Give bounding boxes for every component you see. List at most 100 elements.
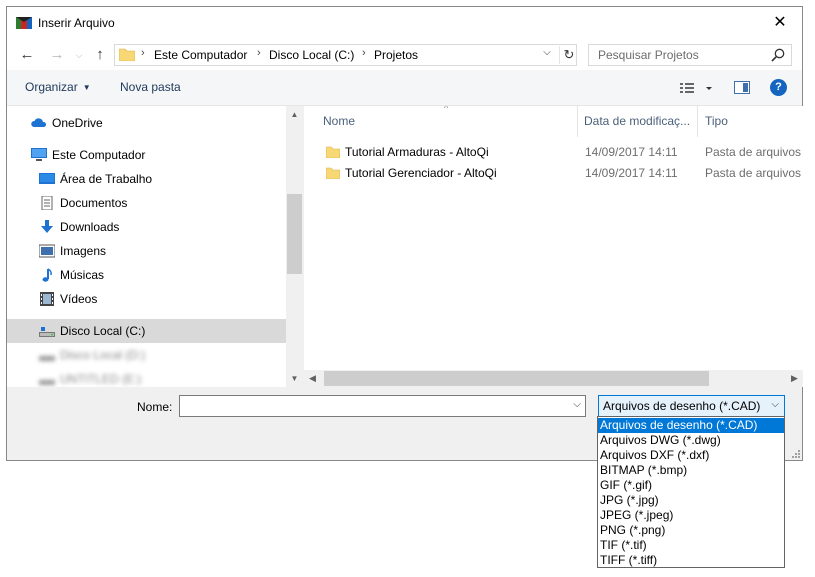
file-list-pane: Nome ^ Data de modificaç... Tipo Tutoria… [304,106,803,387]
folder-icon [326,146,340,158]
breadcrumb-disco-local[interactable]: Disco Local (C:) [269,48,354,62]
chevron-down-icon: ▼ [82,83,91,92]
sidebar-item-imagens[interactable]: Imagens [39,239,279,263]
sidebar-item-label: Disco Local (D:) [60,348,146,362]
file-row[interactable]: Tutorial Armaduras - AltoQi 14/09/2017 1… [304,142,803,163]
column-divider[interactable] [577,106,578,137]
sidebar-item-musicas[interactable]: Músicas [39,263,279,287]
documents-icon [41,196,53,210]
sidebar-item-label: Área de Trabalho [60,172,153,186]
recent-locations-dropdown[interactable]: ⌵ [69,46,89,64]
file-row[interactable]: Tutorial Gerenciador - AltoQi 14/09/2017… [304,163,803,184]
sidebar-item-label: UNTITLED (E:) [60,372,142,386]
organize-button[interactable]: Organizar ▼ [25,80,91,94]
sidebar-item-downloads[interactable]: Downloads [39,215,279,239]
file-type-select[interactable]: Arquivos de desenho (*.CAD) ⌵ [598,395,785,417]
downloads-icon [41,220,53,233]
sidebar-item-label: Downloads [60,220,120,234]
file-type-option[interactable]: TIF (*.tif) [598,538,784,553]
cloud-icon [31,118,47,127]
help-button[interactable]: ? [770,79,787,96]
column-header-label: Nome [323,114,356,128]
sidebar-item-untitled-e[interactable]: UNTITLED (E:) [39,367,279,387]
sidebar-item-videos[interactable]: Vídeos [39,287,279,311]
scrollbar-thumb[interactable] [287,194,302,274]
column-header-date[interactable]: Data de modificaç... [584,106,696,137]
videos-icon [40,292,54,306]
file-type-option[interactable]: PNG (*.png) [598,523,784,538]
breadcrumb-separator: › [362,47,366,59]
scroll-up-arrow[interactable]: ▲ [286,106,303,123]
file-date: 14/09/2017 14:11 [585,145,678,159]
sidebar-item-onedrive[interactable]: OneDrive [31,111,281,135]
app-icon [16,17,32,29]
navigation-pane: OneDrive Este Computador Área de Trabalh… [7,106,303,387]
sidebar-item-documentos[interactable]: Documentos [39,191,279,215]
refresh-button[interactable]: ↻ [559,46,578,64]
resize-grip-icon[interactable] [790,448,800,458]
scroll-down-arrow[interactable]: ▼ [286,370,303,387]
breadcrumb-separator: › [141,47,145,59]
insert-file-dialog: Inserir Arquivo ✕ ← → ⌵ ↑ › Este Computa… [6,6,803,461]
sidebar-item-disco-local-c[interactable]: Disco Local (C:) [7,319,286,343]
window-title: Inserir Arquivo [38,16,115,30]
column-header-type[interactable]: Tipo [705,106,728,137]
pictures-icon [39,244,55,258]
chevron-down-icon[interactable]: ⌵ [573,399,581,410]
file-type-selected: Arquivos de desenho (*.CAD) [603,399,761,413]
change-view-button[interactable] [678,79,714,97]
folder-icon [326,167,340,179]
file-list-scrollbar[interactable]: ◀ ▶ [304,370,803,387]
close-button[interactable]: ✕ [758,7,802,38]
scroll-left-arrow[interactable]: ◀ [304,370,321,387]
file-date: 14/09/2017 14:11 [585,166,678,180]
breadcrumb-separator: › [257,47,261,59]
search-box[interactable]: Pesquisar Projetos [588,44,792,66]
sidebar-item-label: Músicas [60,268,105,282]
file-type-option[interactable]: GIF (*.gif) [598,478,784,493]
scroll-right-arrow[interactable]: ▶ [786,370,803,387]
drive-icon [39,327,55,337]
organize-label: Organizar [25,80,78,94]
file-type: Pasta de arquivos [705,166,802,180]
navigation-scrollbar[interactable]: ▲ ▼ [286,106,303,387]
address-bar[interactable]: › Este Computador › Disco Local (C:) › P… [114,44,577,66]
file-name-label: Nome: [137,400,173,414]
title-bar: Inserir Arquivo ✕ [7,7,802,38]
file-type-option[interactable]: JPG (*.jpg) [598,493,784,508]
sidebar-item-label: Vídeos [60,292,98,306]
column-header-name[interactable]: Nome [323,106,355,137]
column-divider[interactable] [697,106,698,137]
sidebar-item-label: OneDrive [52,116,103,130]
sidebar-item-disco-local-d[interactable]: Disco Local (D:) [39,343,279,367]
sidebar-item-label: Documentos [60,196,128,210]
sidebar-item-label: Imagens [60,244,107,258]
preview-pane-button[interactable] [734,81,750,94]
breadcrumb-projetos[interactable]: Projetos [374,48,418,62]
file-type-option[interactable]: TIFF (*.tiff) [598,553,784,568]
sidebar-item-label: Este Computador [52,148,146,162]
search-icon[interactable] [771,48,785,62]
file-type-option[interactable]: Arquivos DXF (*.dxf) [598,448,784,463]
file-type-option[interactable]: Arquivos de desenho (*.CAD) [598,418,784,433]
drive-icon [39,356,55,361]
sidebar-item-este-computador[interactable]: Este Computador [31,143,281,167]
sidebar-item-label: Disco Local (C:) [60,324,146,338]
address-dropdown[interactable]: ⌵ [540,47,554,58]
music-icon [42,268,52,282]
desktop-icon [39,173,55,184]
new-folder-button[interactable]: Nova pasta [120,80,181,94]
sidebar-item-area-de-trabalho[interactable]: Área de Trabalho [39,167,279,191]
file-type-option[interactable]: Arquivos DWG (*.dwg) [598,433,784,448]
up-button[interactable]: ↑ [90,46,110,64]
file-name-input[interactable]: ⌵ [179,395,586,417]
forward-button[interactable]: → [47,46,67,64]
file-type: Pasta de arquivos [705,145,802,159]
search-placeholder: Pesquisar Projetos [598,48,699,62]
back-button[interactable]: ← [17,46,37,64]
folder-icon [119,48,135,61]
file-type-option[interactable]: BITMAP (*.bmp) [598,463,784,478]
file-type-option[interactable]: JPEG (*.jpeg) [598,508,784,523]
scrollbar-thumb[interactable] [324,371,709,386]
breadcrumb-este-computador[interactable]: Este Computador [154,48,247,62]
